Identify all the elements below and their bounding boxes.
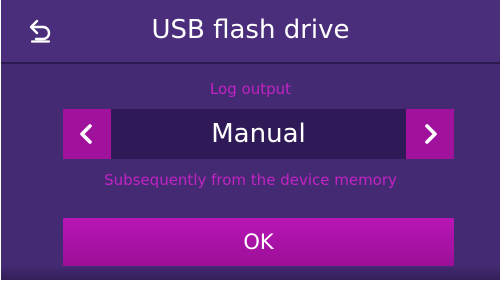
- page-title: USB flash drive: [151, 15, 350, 45]
- back-button[interactable]: [23, 12, 59, 48]
- ok-button[interactable]: OK: [63, 218, 454, 266]
- log-output-value: Manual: [211, 119, 306, 149]
- next-option-button[interactable]: [406, 109, 454, 159]
- undo-arrow-icon: [29, 19, 51, 43]
- previous-option-button[interactable]: [63, 109, 111, 159]
- chevron-right-icon: [425, 124, 437, 144]
- chevron-left-icon: [80, 124, 92, 144]
- log-output-label: Log output: [209, 80, 292, 98]
- log-output-selector: Manual: [63, 109, 454, 159]
- bottom-edge-shade: [1, 266, 500, 280]
- log-output-description: Subsequently from the device memory: [104, 171, 397, 189]
- header-bar: USB flash drive: [1, 0, 500, 64]
- screen: USB flash drive Log output Manual Subseq…: [1, 0, 500, 280]
